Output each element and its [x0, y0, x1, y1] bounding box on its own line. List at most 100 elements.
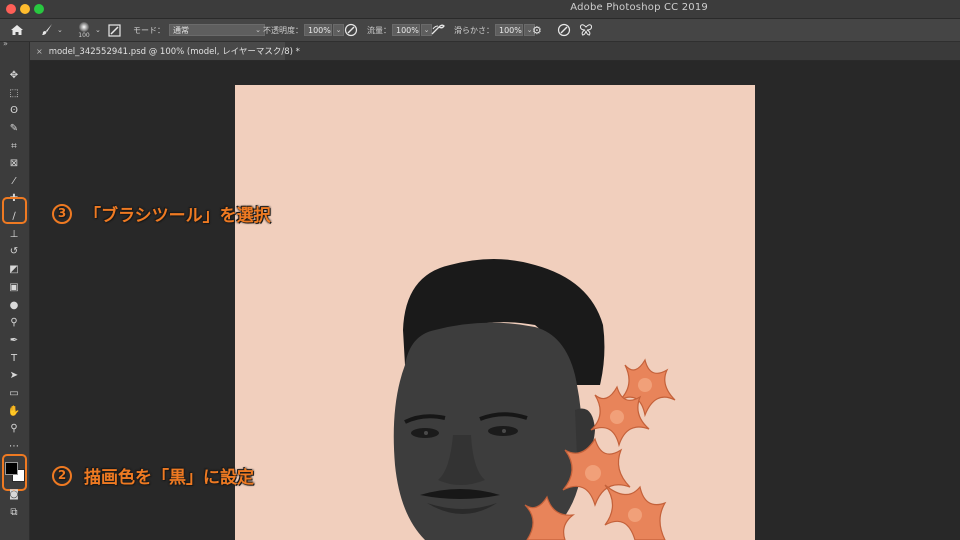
- type-tool[interactable]: T: [6, 352, 22, 366]
- dodge-tool[interactable]: ⚲: [6, 316, 22, 330]
- chevron-down-icon: ⌄: [95, 26, 101, 34]
- hand-tool-icon: ✋: [7, 406, 21, 417]
- mode-value: 通常: [173, 25, 189, 35]
- eraser-tool[interactable]: ◩: [6, 263, 22, 277]
- lasso-tool[interactable]: ʘ: [6, 104, 22, 118]
- zoom-tool[interactable]: ⚲: [6, 422, 22, 436]
- minimize-button[interactable]: [20, 4, 30, 14]
- brush-tool-highlight: [2, 197, 27, 224]
- mode-label: モード：: [133, 25, 165, 35]
- pressure-size-toggle[interactable]: [557, 19, 571, 41]
- callout-set-foreground-black: 2 描画色を「黒」に設定: [52, 463, 254, 488]
- chevron-down-icon: ⌄: [423, 26, 430, 34]
- brush-preset-picker[interactable]: 100: [77, 19, 91, 41]
- frame-tool[interactable]: ⊠: [6, 157, 22, 171]
- step-number-badge: 3: [52, 203, 72, 224]
- zoom-button[interactable]: [34, 4, 44, 14]
- butterfly-icon: [579, 24, 593, 36]
- close-tab-icon[interactable]: ×: [36, 47, 43, 56]
- smoothing-options-button[interactable]: ⚙: [532, 19, 542, 41]
- path-selection-tool-icon: ➤: [9, 370, 19, 381]
- blur-tool[interactable]: ●: [6, 299, 22, 313]
- window-title: Adobe Photoshop CC 2019: [570, 2, 708, 13]
- opacity-value: 100%: [308, 25, 331, 35]
- smoothing-value: 100%: [499, 25, 522, 35]
- symmetry-button[interactable]: [579, 19, 593, 41]
- path-selection-tool[interactable]: ➤: [6, 369, 22, 383]
- pressure-size-icon: [557, 23, 571, 37]
- document-tab-bar: × model_342552941.psd @ 100% (model, レイヤ…: [30, 42, 960, 61]
- opacity-group: 不透明度： 100% ⌄: [263, 19, 344, 41]
- document-tab[interactable]: × model_342552941.psd @ 100% (model, レイヤ…: [30, 42, 300, 60]
- hand-tool[interactable]: ✋: [6, 405, 22, 419]
- gear-icon: ⚙: [532, 23, 542, 37]
- chevron-down-icon: ⌄: [335, 26, 342, 34]
- frame-tool-icon: ⊠: [9, 158, 19, 169]
- brush-preset-chevron[interactable]: ⌄: [95, 19, 101, 41]
- screen-mode-icon: ⧉: [10, 507, 18, 518]
- opacity-input[interactable]: 100%: [304, 24, 332, 36]
- screen-mode-button[interactable]: ⧉: [6, 506, 22, 520]
- step-number-badge: 2: [52, 465, 72, 486]
- brush-settings-icon: [108, 23, 121, 37]
- history-brush-tool[interactable]: ↺: [6, 245, 22, 259]
- mode-select[interactable]: 通常 ⌄: [169, 24, 265, 36]
- airbrush-toggle[interactable]: [430, 19, 446, 41]
- mode-group: モード： 通常 ⌄: [133, 19, 265, 41]
- brush-size-label: 100: [78, 32, 90, 39]
- brush-icon: [42, 24, 52, 35]
- home-button[interactable]: [10, 19, 24, 41]
- move-tool[interactable]: ✥: [6, 69, 22, 83]
- quick-mask-button[interactable]: ◙: [6, 488, 22, 502]
- dodge-tool-icon: ⚲: [10, 317, 18, 328]
- clone-stamp-tool[interactable]: ⊥: [6, 228, 22, 242]
- gradient-tool-icon: ▣: [9, 282, 19, 293]
- marquee-tool[interactable]: ⬚: [6, 87, 22, 101]
- more-tools-icon: ⋯: [9, 441, 19, 452]
- quick-selection-tool-icon: ✎: [9, 123, 19, 134]
- foreground-color-swatch[interactable]: [5, 462, 18, 475]
- blur-tool-icon: ●: [9, 300, 19, 311]
- tool-preset-picker[interactable]: ⌄: [40, 19, 63, 41]
- rectangle-tool[interactable]: ▭: [6, 387, 22, 401]
- tools-panel: » ✥ ⬚ ʘ ✎ ⌗ ⊠ ⁄ ✚ ∕ ⊥ ↺ ◩ ▣ ● ⚲ ✒ T ➤ ▭ ✋ ⚲ ⋯ ◙ ⧉: [0, 39, 30, 540]
- pressure-opacity-toggle[interactable]: [344, 19, 358, 41]
- smoothing-group: 滑らかさ： 100% ⌄: [454, 19, 535, 41]
- flow-input[interactable]: 100%: [392, 24, 420, 36]
- type-tool-icon: T: [10, 353, 18, 364]
- rectangle-tool-icon: ▭: [9, 388, 19, 399]
- options-bar: ⌄ 100 ⌄ モード： 通常 ⌄ 不透明度： 100% ⌄ 流量： 100% …: [0, 19, 960, 42]
- smoothing-label: 滑らかさ：: [454, 25, 494, 35]
- eyedropper-tool-icon: ⁄: [13, 176, 15, 187]
- airbrush-icon: [431, 24, 445, 35]
- zoom-tool-icon: ⚲: [10, 423, 18, 434]
- crop-tool[interactable]: ⌗: [6, 140, 22, 154]
- eraser-tool-icon: ◩: [9, 264, 19, 275]
- chevron-down-icon: ⌄: [57, 26, 63, 34]
- document-canvas[interactable]: [235, 85, 755, 540]
- close-button[interactable]: [6, 4, 16, 14]
- callout-text: 「ブラシツール」を選択: [84, 206, 271, 226]
- more-tools[interactable]: ⋯: [6, 440, 22, 454]
- crop-tool-icon: ⌗: [11, 141, 17, 152]
- gradient-tool[interactable]: ▣: [6, 281, 22, 295]
- eyedropper-tool[interactable]: ⁄: [6, 175, 22, 189]
- title-bar: Adobe Photoshop CC 2019: [0, 0, 960, 19]
- quick-selection-tool[interactable]: ✎: [6, 122, 22, 136]
- chevron-down-icon: ⌄: [255, 26, 261, 34]
- brush-settings-panel-toggle[interactable]: [108, 19, 121, 41]
- pen-tool[interactable]: ✒: [6, 334, 22, 348]
- lasso-tool-icon: ʘ: [10, 105, 18, 116]
- flow-label: 流量：: [367, 25, 391, 35]
- pressure-opacity-icon: [344, 23, 358, 37]
- callout-select-brush-tool: 3 「ブラシツール」を選択: [52, 201, 271, 226]
- collapse-panel-icon[interactable]: »: [3, 39, 8, 48]
- move-tool-icon: ✥: [9, 70, 19, 81]
- opacity-label: 不透明度：: [263, 25, 303, 35]
- opacity-dropdown[interactable]: ⌄: [333, 24, 344, 36]
- pen-tool-icon: ✒: [9, 335, 19, 346]
- home-icon: [11, 25, 23, 35]
- flow-group: 流量： 100% ⌄: [367, 19, 432, 41]
- smoothing-input[interactable]: 100%: [495, 24, 523, 36]
- flow-value: 100%: [396, 25, 419, 35]
